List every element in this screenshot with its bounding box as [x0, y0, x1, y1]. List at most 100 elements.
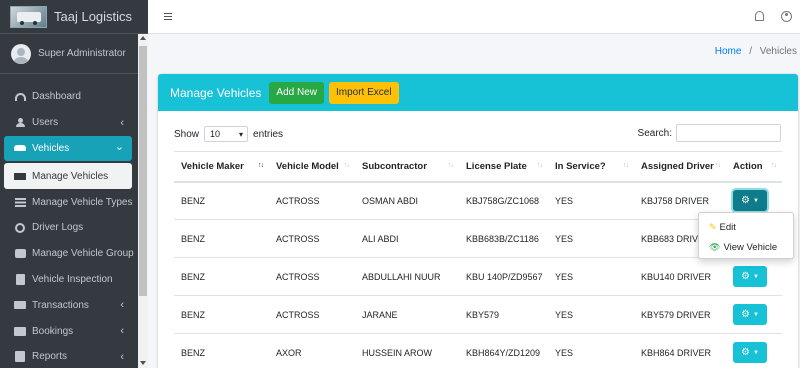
scrollbar-thumb[interactable] — [139, 46, 147, 296]
entries-select[interactable]: 10 ▾ — [204, 126, 249, 142]
column-header-subcontractor[interactable]: Subcontractor ↑↓ — [355, 151, 459, 183]
table-row: BENZ ACTROSS JARANE KBY579 YES KBY579 DR… — [174, 295, 782, 334]
cell-license-plate: KBU 140P/ZD9567 — [459, 257, 548, 296]
sort-icon: ↑↓ — [623, 162, 629, 169]
gear-icon: ⚙ — [741, 271, 750, 282]
money-icon — [14, 300, 26, 311]
cell-action: ⚙ ▼ — [726, 295, 782, 334]
account-icon[interactable] — [781, 11, 792, 22]
brand-logo — [10, 5, 47, 28]
cell-vehicle-model: ACTROSS — [269, 219, 355, 258]
user-name[interactable]: Super Administrator — [38, 48, 126, 59]
sidebar-item-transactions[interactable]: Transactions ‹ — [0, 292, 136, 318]
column-header-assigned-driver[interactable]: Assigned Driver ↑↓ — [634, 151, 726, 183]
brand-name: Taaj Logistics — [54, 9, 133, 24]
sort-icon: ↑↓ — [715, 162, 721, 169]
entries-select-value: 10 — [210, 129, 221, 139]
sidebar-item-vehicles[interactable]: Vehicles ⌄ — [4, 135, 132, 162]
breadcrumb-separator: / — [749, 46, 752, 57]
brand[interactable]: Taaj Logistics — [0, 0, 148, 34]
chevron-left-icon: ‹ — [120, 350, 124, 363]
avatar — [11, 43, 31, 64]
cell-vehicle-model: ACTROSS — [269, 295, 355, 334]
search-control: Search: — [638, 124, 781, 142]
sidebar-item-label: Transactions — [32, 299, 89, 311]
sidebar-item-label: Users — [32, 117, 59, 129]
edit-icon: ✎ — [709, 221, 717, 232]
column-header-license-plate[interactable]: License Plate ↑↓ — [459, 151, 548, 183]
cell-vehicle-maker: BENZ — [174, 219, 269, 258]
cell-in-service: YES — [548, 333, 634, 368]
column-header-vehicle-maker[interactable]: Vehicle Maker ↑↓ — [174, 151, 269, 183]
sidebar-item-manage-vehicles[interactable]: Manage Vehicles — [4, 163, 132, 190]
history-icon — [14, 222, 26, 233]
cell-action: ⚙ ▼ — [726, 333, 782, 368]
cell-vehicle-maker: BENZ — [174, 295, 269, 334]
column-header-vehicle-model[interactable]: Vehicle Model ↑↓ — [269, 151, 355, 183]
action-menu-button[interactable]: ⚙ ▼ — [733, 342, 767, 363]
sidebar-item-label: Manage Vehicle Group — [32, 248, 134, 260]
id-card-icon — [14, 326, 26, 337]
sidebar-item-driver-logs[interactable]: Driver Logs — [0, 215, 136, 241]
sidebar-item-reports[interactable]: Reports ‹ — [0, 344, 136, 368]
view-vehicle-menu-item[interactable]: 👁 View Vehicle — [699, 237, 793, 257]
sidebar-item-label: Driver Logs — [32, 222, 84, 234]
cell-assigned-driver: KBH864 DRIVER — [634, 333, 726, 368]
sidebar-item-manage-vehicle-group[interactable]: Manage Vehicle Group — [0, 241, 136, 267]
edit-menu-item[interactable]: ✎ Edit — [699, 217, 793, 237]
cell-license-plate: KBH864Y/ZD1209 — [459, 333, 548, 368]
action-menu-button[interactable]: ⚙ ▼ — [733, 190, 767, 212]
caret-down-icon: ▼ — [753, 197, 759, 204]
search-input[interactable] — [676, 124, 781, 142]
breadcrumb: Home / Vehicles — [715, 46, 797, 57]
eye-icon: 👁 — [709, 241, 721, 252]
cell-vehicle-maker: BENZ — [174, 333, 269, 368]
edit-label: Edit — [719, 221, 736, 233]
add-new-button[interactable]: Add New — [269, 81, 324, 104]
sidebar-item-label: Manage Vehicle Types — [32, 196, 133, 208]
sidebar-item-manage-vehicle-types[interactable]: Manage Vehicle Types — [0, 189, 136, 215]
sort-icon: ↑↓ — [258, 162, 264, 169]
sidebar-scrollbar[interactable] — [138, 34, 148, 368]
cell-assigned-driver: KBY579 DRIVER — [634, 295, 726, 334]
users-icon — [14, 117, 26, 128]
sidebar-item-bookings[interactable]: Bookings ‹ — [0, 318, 136, 344]
caret-down-icon: ▼ — [753, 311, 759, 318]
entries-control: Show 10 ▾ entries — [174, 126, 283, 142]
cell-vehicle-model: AXOR — [269, 333, 355, 368]
entries-label: entries — [253, 128, 284, 140]
action-menu-button[interactable]: ⚙ ▼ — [733, 304, 767, 325]
sidebar-item-label: Vehicle Inspection — [32, 273, 113, 285]
list-icon — [14, 197, 26, 208]
breadcrumb-home-link[interactable]: Home — [715, 46, 742, 57]
cell-action: ⚙ ▼ — [726, 257, 782, 296]
caret-down-icon: ▼ — [753, 349, 759, 356]
sidebar-item-label: Bookings — [32, 325, 74, 337]
gear-icon: ⚙ — [741, 309, 750, 320]
column-header-action[interactable]: Action ↑↓ — [726, 151, 782, 183]
scroll-down-arrow-icon[interactable] — [140, 361, 146, 365]
table-header-row: Vehicle Maker ↑↓ Vehicle Model ↑↓ Subcontr… — [174, 151, 782, 183]
cell-subcontractor: OSMAN ABDI — [355, 181, 459, 220]
sidebar-item-dashboard[interactable]: Dashboard — [0, 84, 136, 110]
column-header-in-service[interactable]: In Service? ↑↓ — [548, 151, 634, 183]
cell-subcontractor: HUSSEIN AROW — [355, 333, 459, 368]
page-title: Manage Vehicles — [170, 85, 262, 100]
sidebar-item-users[interactable]: Users ‹ — [0, 110, 136, 136]
cell-in-service: YES — [548, 257, 634, 296]
bell-icon[interactable] — [755, 11, 764, 21]
chevron-left-icon: ‹ — [120, 325, 124, 338]
action-menu-button[interactable]: ⚙ ▼ — [733, 266, 767, 287]
cell-license-plate: KBJ758G/ZC1068 — [459, 181, 548, 220]
hamburger-menu-icon[interactable] — [164, 13, 172, 20]
cell-vehicle-maker: BENZ — [174, 181, 269, 220]
scroll-up-arrow-icon[interactable] — [140, 36, 146, 40]
cell-in-service: YES — [548, 219, 634, 258]
cell-vehicle-maker: BENZ — [174, 257, 269, 296]
sidebar-item-vehicle-inspection[interactable]: Vehicle Inspection — [0, 267, 136, 293]
sort-icon: ↑↓ — [448, 162, 454, 169]
car-icon — [14, 143, 26, 154]
user-panel[interactable]: Super Administrator — [0, 34, 148, 74]
breadcrumb-current: Vehicles — [759, 46, 797, 57]
import-excel-button[interactable]: Import Excel — [328, 81, 399, 104]
